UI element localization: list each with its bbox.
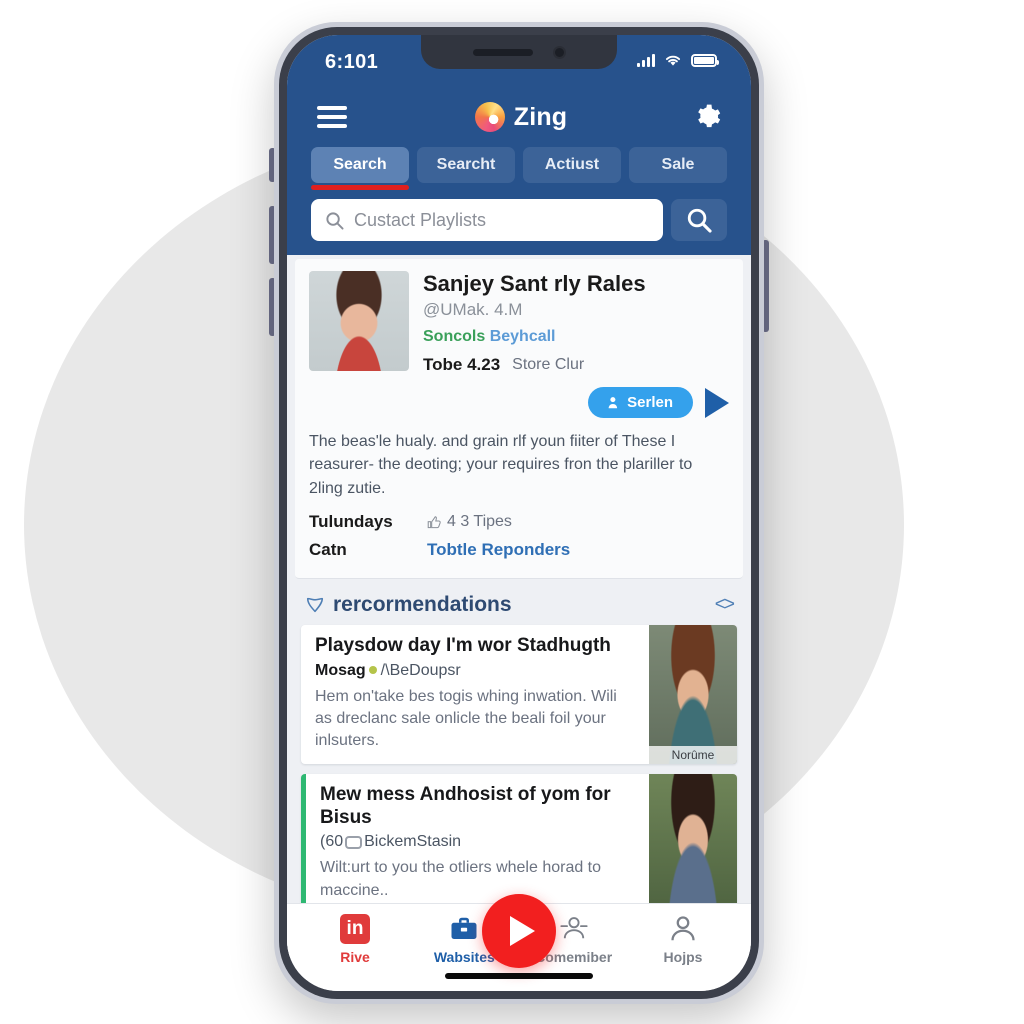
list-item-thumbnail <box>649 773 737 914</box>
tab-sale[interactable]: Sale <box>629 147 727 183</box>
thumbs-up-icon <box>427 516 441 529</box>
battery-icon <box>691 53 719 67</box>
home-indicator[interactable] <box>445 973 593 979</box>
profile-actions: Serlen <box>588 387 729 419</box>
tab-actiust[interactable]: Actiust <box>523 147 621 183</box>
list-item-source: Mosag /\BeDoupsr <box>315 662 635 680</box>
badge-chip-icon <box>345 835 363 849</box>
bullet-dot-icon <box>368 666 377 675</box>
play-icon <box>509 916 535 946</box>
tab-search[interactable]: Search <box>311 147 409 190</box>
front-camera-icon <box>552 45 566 59</box>
content-scroll-area[interactable]: Sanjey Sant rly Rales @UMak. 4.M Soncols… <box>287 255 751 979</box>
profile-description: The beas'le hualy. and grain rlf youn fi… <box>309 433 693 497</box>
nav-item-rive[interactable]: in Rive <box>313 914 397 965</box>
search-placeholder: Custact Playlists <box>354 209 487 230</box>
stat-value-text: 4 3 Tipes <box>447 512 512 530</box>
search-icon <box>687 208 712 233</box>
list-item-thumbnail: Norûme <box>649 624 737 764</box>
profile-info: Sanjey Sant rly Rales @UMak. 4.M Soncols… <box>423 271 729 419</box>
brand-name: Zing <box>513 102 568 131</box>
search-button[interactable] <box>671 199 727 241</box>
list-item-source-name: Mosag <box>315 661 366 679</box>
list-item-title: Mew mess Andhosist of yom for Bisus <box>320 783 611 828</box>
tab-label: Sale <box>661 156 695 173</box>
profile-metric: Tobe 4.23 <box>423 355 501 375</box>
list-item-source-name: (60 <box>320 833 344 851</box>
play-triangle-icon[interactable] <box>705 387 729 418</box>
profile-tag-secondary: Beyhcall <box>489 328 556 346</box>
profile-top-row: Sanjey Sant rly Rales @UMak. 4.M Soncols… <box>309 271 729 419</box>
list-item-description: Wilt:urt to you the otliers whele horad … <box>320 859 602 899</box>
stat-value: 4 3 Tipes <box>427 513 512 531</box>
profile-card[interactable]: Sanjey Sant rly Rales @UMak. 4.M Soncols… <box>295 259 743 579</box>
list-item-title: Playsdow day I'm wor Stadhugth <box>315 634 611 656</box>
recommendations-header: rercormendations <> <box>287 579 751 625</box>
stat-link[interactable]: Tobtle Reponders <box>427 540 570 560</box>
status-bar: 6:101 <box>287 35 751 91</box>
list-item-body: Playsdow day I'm wor Stadhugth Mosag /\Be… <box>301 625 649 764</box>
tab-searcht[interactable]: Searcht <box>417 147 515 183</box>
thumbnail-caption <box>649 909 737 914</box>
phone-screen: 6:101 Zing Search Searcht Actiust Sale C… <box>287 35 751 991</box>
zing-logo-icon <box>474 102 505 132</box>
profile-photo <box>309 271 409 371</box>
nav-label: Hojps <box>663 949 703 965</box>
device-notch <box>421 35 617 69</box>
recommendations-title: rercormendations <box>333 592 512 616</box>
recommendations-title-wrap: rercormendations <box>305 593 512 617</box>
code-chevrons-icon[interactable]: <> <box>715 594 735 616</box>
nav-label: Wabsites <box>433 949 495 965</box>
brand: Zing <box>474 102 568 132</box>
stat-row: Catn Tobtle Reponders <box>309 540 729 560</box>
list-item[interactable]: Playsdow day I'm wor Stadhugth Mosag /\Be… <box>301 624 737 764</box>
person-icon <box>671 916 695 941</box>
play-fab-button[interactable] <box>482 894 556 968</box>
search-input[interactable]: Custact Playlists <box>311 199 663 241</box>
person-add-icon <box>608 397 618 409</box>
people-group-icon <box>560 917 588 939</box>
app-bar: Zing <box>287 91 751 147</box>
profile-meta-row: Tobe 4.23 Store Clur Serlen <box>423 355 729 419</box>
phone-bezel: 6:101 Zing Search Searcht Actiust Sale C… <box>279 27 759 999</box>
status-icons <box>637 53 719 67</box>
follow-label: Serlen <box>627 394 673 412</box>
nav-item-hojps[interactable]: Hojps <box>641 914 725 965</box>
profile-tags: Soncols Beyhcall <box>423 328 729 346</box>
nav-label: Rive <box>340 949 370 965</box>
tab-strip: Search Searcht Actiust Sale <box>287 147 751 191</box>
list-item-source-suffix: /\BeDoupsr <box>380 661 461 679</box>
profile-stats: Tulundays 4 3 Tipes Catn Tobtle Reponder… <box>309 512 729 560</box>
hamburger-menu-icon[interactable] <box>317 106 347 128</box>
list-item[interactable]: Mew mess Andhosist of yom for Bisus (60 B… <box>301 773 737 914</box>
tab-label: Searcht <box>436 156 496 173</box>
wifi-icon <box>665 55 681 66</box>
briefcase-icon <box>451 917 477 939</box>
list-item-body: Mew mess Andhosist of yom for Bisus (60 B… <box>306 774 649 914</box>
status-time: 6:101 <box>325 51 379 73</box>
stat-label: Tulundays <box>309 511 393 531</box>
list-item-source: (60 BickemStasin <box>320 833 635 851</box>
linkedin-in-icon: in <box>340 914 370 944</box>
search-icon <box>326 211 344 230</box>
gear-icon[interactable] <box>695 104 721 130</box>
search-row: Custact Playlists <box>287 191 751 255</box>
bookmark-flag-icon <box>306 597 324 612</box>
list-item-source-suffix: BickemStasin <box>364 833 462 851</box>
signal-bars-icon <box>637 53 655 67</box>
earpiece-speaker <box>472 48 533 56</box>
tab-label: Actiust <box>544 156 600 173</box>
profile-metric-sub: Store Clur <box>512 356 585 374</box>
profile-tag-primary: Soncols <box>423 328 486 346</box>
stat-label: Catn <box>309 539 347 559</box>
stat-row: Tulundays 4 3 Tipes <box>309 512 729 532</box>
profile-handle: @UMak. 4.M <box>423 300 523 320</box>
follow-button[interactable]: Serlen <box>588 387 693 419</box>
profile-name: Sanjey Sant rly Rales <box>423 271 646 296</box>
list-item-description: Hem on'take bes togis whing inwation. Wi… <box>315 687 617 749</box>
tab-label: Search <box>333 156 387 173</box>
thumbnail-caption: Norûme <box>649 745 737 764</box>
phone-frame: 6:101 Zing Search Searcht Actiust Sale C… <box>274 22 764 1004</box>
